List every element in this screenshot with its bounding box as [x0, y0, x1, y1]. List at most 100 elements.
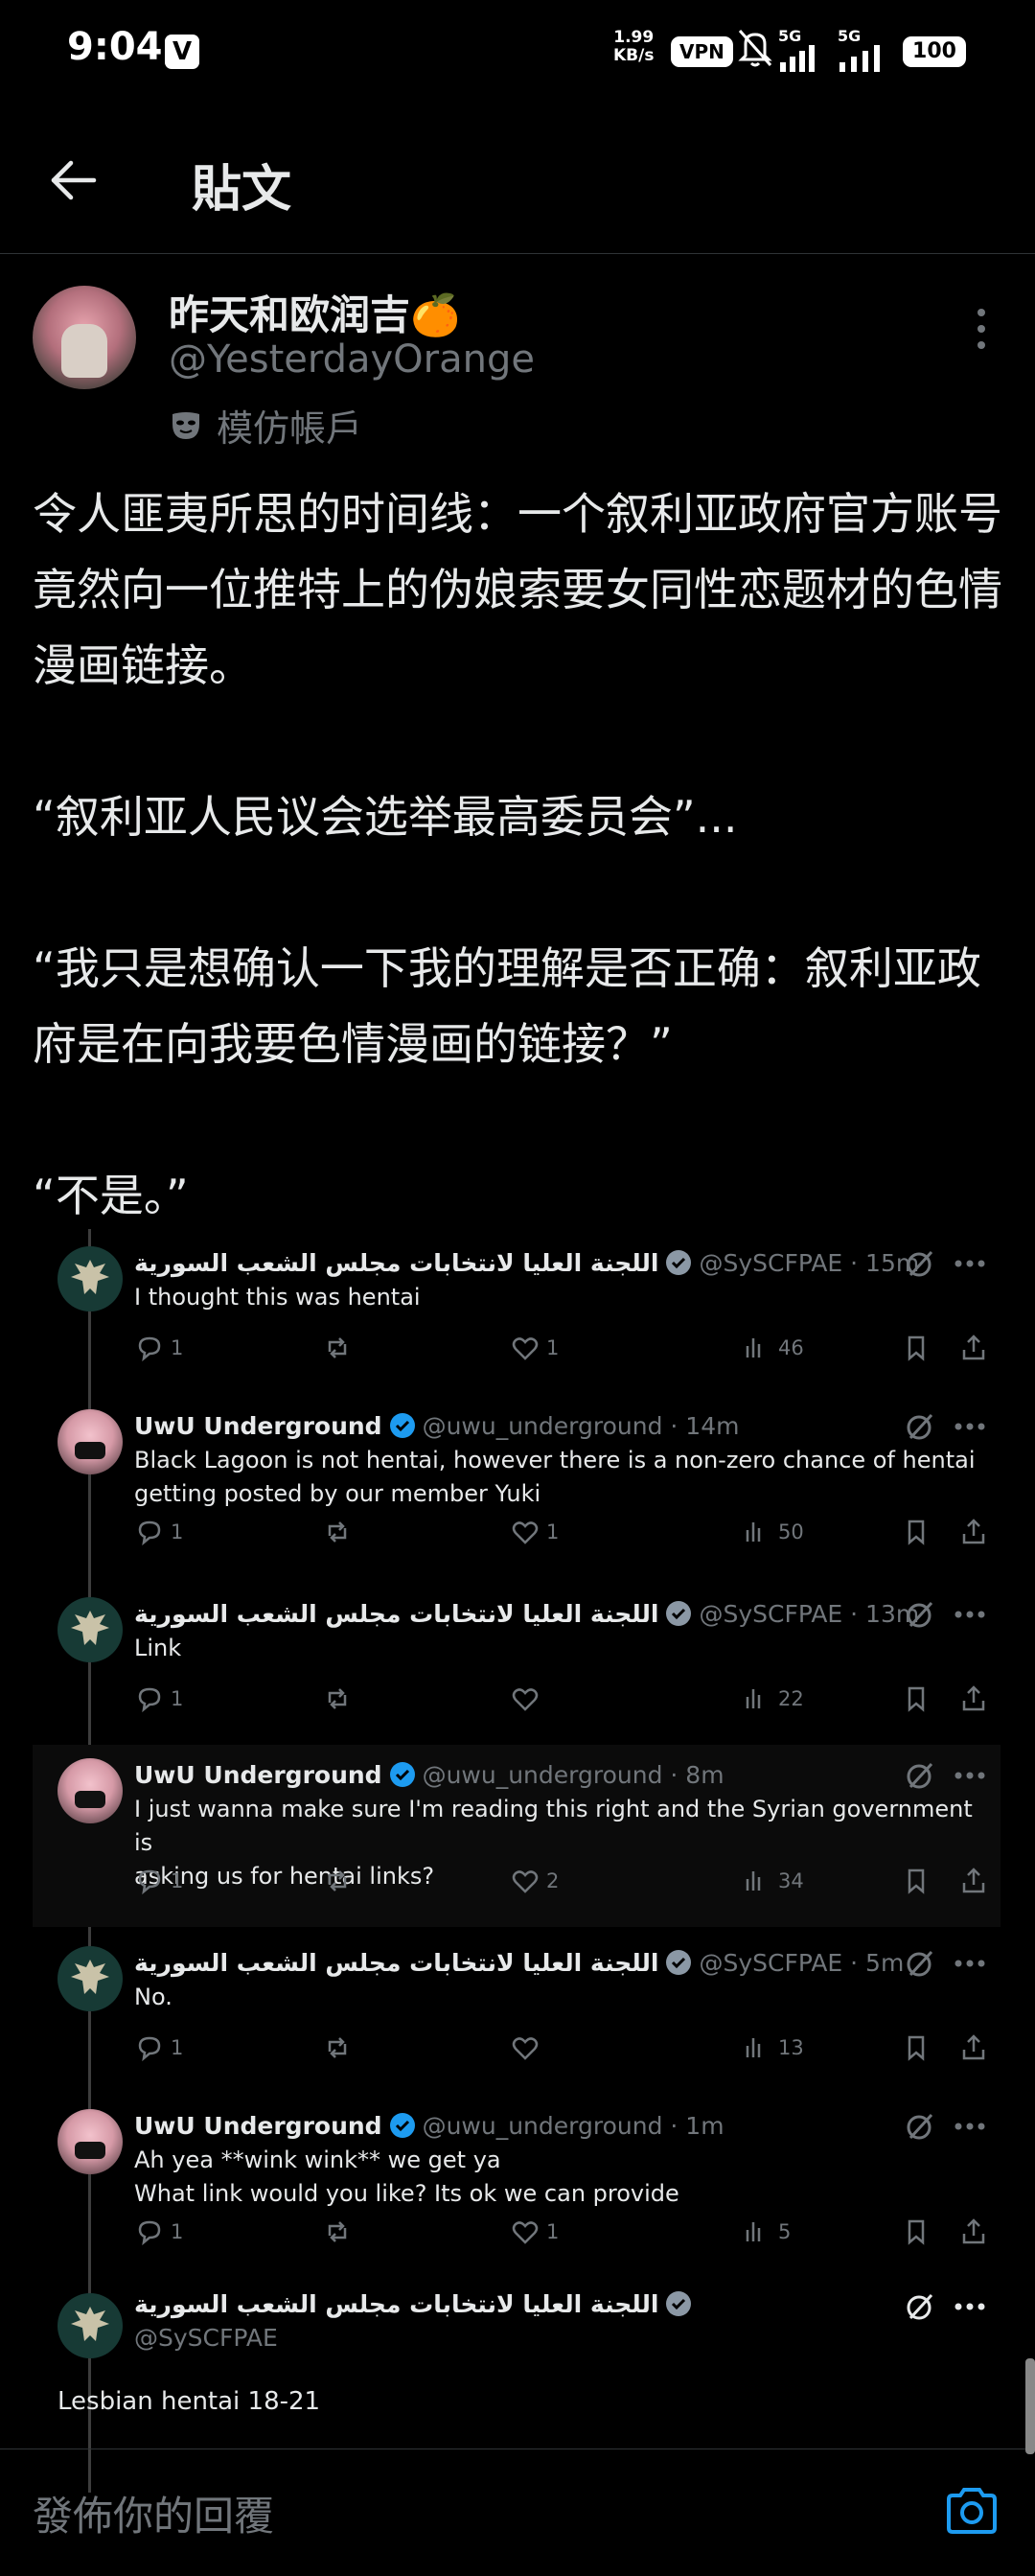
verified-badge-icon [666, 1601, 692, 1626]
verified-badge-icon [666, 2291, 692, 2316]
share-button [958, 2216, 989, 2247]
reply-handle-time: @SySCFPAE · 13m [699, 1599, 920, 1628]
retweet-icon [328, 1521, 347, 1543]
retweet-button [322, 2032, 353, 2063]
reply-count: 1 [134, 1333, 183, 1363]
reply-item: UwU Underground @uwu_underground · 1m Ah… [33, 2096, 1000, 2278]
reply-item: اللجنة العليا لانتخابات مجلس الشعب السور… [33, 1584, 1000, 1742]
eagle-emblem-icon [71, 1611, 109, 1645]
signal-1: 5G [778, 27, 824, 76]
analytics-icon [746, 1871, 761, 1891]
more-horizontal-icon [954, 1423, 985, 1430]
top-app-bar: 貼文 [0, 105, 1035, 254]
reply-avatar [58, 1946, 123, 2011]
retweet-button [322, 2216, 353, 2247]
bookmark-button [901, 2216, 932, 2247]
retweet-icon [328, 1688, 347, 1709]
retweet-button [322, 1866, 353, 1896]
like-count-value: 2 [546, 1869, 560, 1892]
grok-icon [907, 1601, 933, 1628]
signal-bars-icon [840, 45, 880, 72]
bookmark-button [901, 1683, 932, 1714]
reply-header: اللجنة العليا لانتخابات مجلس الشعب السور… [134, 1599, 919, 1628]
bookmark-icon [908, 1520, 925, 1545]
like-count: 1 [510, 2216, 559, 2247]
reply-action-bar: 1 1 46 [134, 1333, 997, 1371]
like-count: 1 [510, 1333, 559, 1363]
reply-action-bar: 1 1 50 [134, 1517, 997, 1555]
reply-avatar [58, 1597, 123, 1662]
analytics-icon [746, 1689, 761, 1708]
signal-2: 5G [838, 27, 895, 76]
author-handle[interactable]: @YesterdayOrange [169, 337, 535, 382]
view-count: 13 [742, 2032, 804, 2063]
verified-badge-icon [389, 2113, 415, 2138]
reply-handle-time: @uwu_underground · 8m [422, 1760, 724, 1789]
analytics-icon [746, 2038, 761, 2057]
reply-avatar [58, 1758, 123, 1823]
more-horizontal-icon [954, 2123, 985, 2130]
grok-icon [907, 1950, 933, 1977]
more-horizontal-icon [954, 1772, 985, 1779]
network-speed-value: 1.99 [613, 28, 655, 47]
more-horizontal-icon [954, 2303, 985, 2310]
status-bar: 9:04 V 1.99 KB/s VPN 5G 5G 100 [0, 0, 1035, 105]
bookmark-button [901, 1333, 932, 1363]
reply-item: UwU Underground @uwu_underground · 8m I … [33, 1745, 1000, 1927]
scrollbar-thumb[interactable] [1025, 2358, 1035, 2454]
verified-badge-icon [666, 1950, 692, 1975]
comment-icon [138, 2036, 161, 2062]
reply-author-name: UwU Underground [134, 1411, 382, 1440]
like-count: 1 [510, 1517, 559, 1547]
retweet-icon [328, 2221, 347, 2242]
eagle-emblem-icon [71, 1260, 109, 1294]
eagle-emblem-icon [71, 2307, 109, 2341]
view-count-value: 50 [778, 1520, 804, 1543]
comment-icon [138, 1687, 161, 1713]
reply-count-value: 1 [171, 1869, 184, 1892]
reply-text: I thought this was hentai [134, 1284, 421, 1311]
reply-item: اللجنة العليا لانتخابات مجلس الشعب السور… [33, 1233, 1000, 1391]
heart-icon [512, 1337, 539, 1360]
reply-author-name: UwU Underground [134, 1760, 382, 1789]
reply-avatar [58, 1409, 123, 1474]
reply-item: اللجنة العليا لانتخابات مجلس الشعب السور… [33, 1933, 1000, 2091]
reply-avatar [58, 2109, 123, 2174]
bookmark-icon [908, 1686, 925, 1712]
author-avatar[interactable] [33, 286, 136, 389]
heart-icon [512, 1688, 539, 1711]
reply-item: UwU Underground @uwu_underground · 14m B… [33, 1396, 1000, 1578]
reply-text: Black Lagoon is not hentai, however ther… [134, 1447, 976, 1507]
author-name[interactable]: 昨天和欧润吉🍊 [169, 283, 460, 341]
reply-avatar [58, 2293, 123, 2358]
more-horizontal-icon [954, 1960, 985, 1967]
camera-icon[interactable] [943, 2484, 1000, 2538]
view-count-value: 5 [778, 2220, 792, 2243]
reply-text: No. [134, 1984, 172, 2010]
reply-header: اللجنة العليا لانتخابات مجلس الشعب السور… [134, 1248, 919, 1277]
signal-bars-icon [780, 45, 815, 72]
retweet-icon [328, 1870, 347, 1891]
more-vertical-icon[interactable] [970, 305, 993, 353]
reply-handle-time: @uwu_underground · 14m [422, 1411, 740, 1440]
battery-level: 100 [903, 36, 966, 67]
reply-composer[interactable]: 發佈你的回覆 [0, 2448, 1035, 2576]
share-icon [962, 1685, 985, 1711]
bookmark-button [901, 2032, 932, 2063]
verified-badge-icon [666, 1250, 692, 1275]
reply-input-placeholder[interactable]: 發佈你的回覆 [33, 2484, 274, 2542]
bookmark-icon [908, 2219, 925, 2245]
reply-count: 1 [134, 1683, 183, 1714]
page-title: 貼文 [192, 161, 292, 219]
retweet-button [322, 1517, 353, 1547]
mask-icon [172, 411, 199, 439]
heart-icon [512, 2037, 539, 2060]
more-horizontal-icon [954, 1260, 985, 1267]
network-speed-unit: KB/s [613, 46, 655, 65]
reply-count: 1 [134, 1866, 183, 1896]
share-button [958, 2032, 989, 2063]
network-type-2: 5G [838, 27, 862, 45]
comment-icon [138, 2220, 161, 2246]
share-icon [962, 2034, 985, 2060]
back-arrow-icon[interactable] [48, 153, 102, 207]
